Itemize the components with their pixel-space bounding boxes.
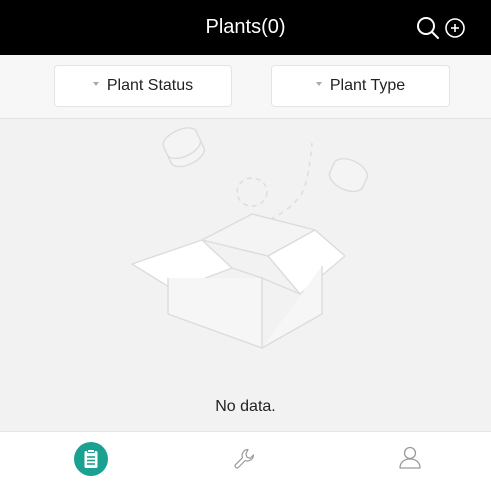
tab-plants[interactable]	[8, 432, 171, 485]
search-button[interactable]	[414, 14, 442, 42]
bottom-tab-bar	[0, 431, 491, 485]
user-icon	[399, 446, 421, 469]
tab-profile[interactable]	[326, 432, 489, 485]
tab-tools[interactable]	[163, 432, 326, 485]
caret-down-icon	[92, 81, 99, 86]
search-icon	[417, 17, 439, 39]
top-bar: Plants(0)	[0, 0, 491, 55]
plants-screen: Plants(0) Plant Status Plant Type No dat…	[0, 0, 491, 485]
filter-bar: Plant Status Plant Type	[0, 55, 491, 119]
plant-status-label: Plant Status	[106, 77, 194, 94]
caret-down-icon	[315, 81, 322, 86]
empty-message: No data.	[215, 398, 276, 415]
plant-type-label: Plant Type	[329, 77, 406, 94]
add-circle-icon	[445, 18, 465, 38]
wrench-icon	[234, 448, 255, 469]
plant-status-filter[interactable]: Plant Status	[54, 65, 232, 107]
clipboard-icon	[74, 442, 108, 476]
empty-box-icon	[131, 127, 369, 349]
plant-type-filter[interactable]: Plant Type	[271, 65, 450, 107]
add-plant-button[interactable]	[441, 14, 469, 42]
